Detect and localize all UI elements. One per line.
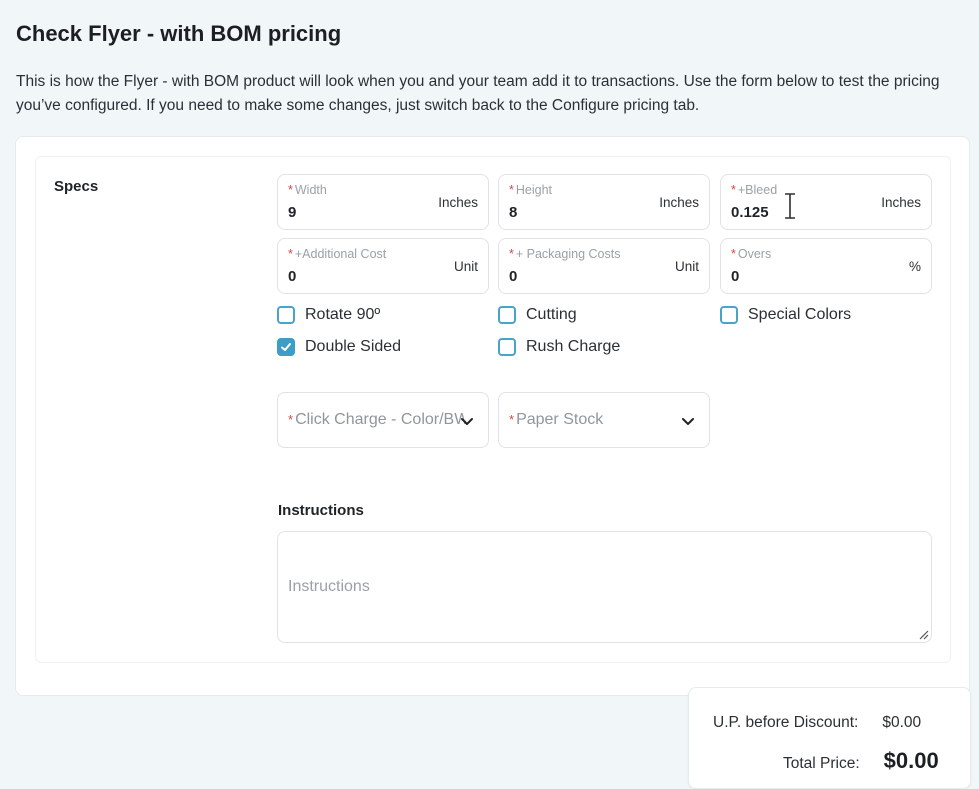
rotate-90-label: Rotate 90º bbox=[305, 306, 381, 323]
total-price-value: $0.00 bbox=[883, 748, 939, 773]
bleed-label: * +Bleed bbox=[731, 183, 778, 197]
rotate-90-checkbox[interactable]: Rotate 90º bbox=[277, 306, 380, 324]
packaging-costs-label: * + Packaging Costs bbox=[509, 247, 621, 261]
pricing-summary: U.P. before Discount: $0.00 Total Price:… bbox=[688, 687, 971, 789]
text-cursor-icon bbox=[785, 193, 795, 219]
total-price-row: Total Price: $0.00 bbox=[783, 748, 939, 774]
special-colors-label: Special Colors bbox=[748, 306, 852, 323]
paper-stock-placeholder: * Paper Stock bbox=[509, 411, 604, 428]
page-title: Check Flyer - with BOM pricing bbox=[16, 21, 342, 46]
double-sided-label: Double Sided bbox=[305, 338, 402, 355]
paper-stock-select[interactable]: * Paper Stock bbox=[498, 392, 710, 448]
overs-value: 0 bbox=[731, 268, 740, 285]
checkbox-unchecked-icon[interactable] bbox=[277, 306, 295, 324]
cutting-label: Cutting bbox=[526, 306, 577, 323]
click-charge-select[interactable]: * Click Charge - Color/BW bbox=[277, 392, 489, 448]
cutting-checkbox[interactable]: Cutting bbox=[498, 306, 577, 324]
overs-field[interactable]: * Overs 0 % bbox=[720, 238, 932, 294]
overs-label: * Overs bbox=[731, 247, 772, 261]
chevron-down-icon bbox=[461, 418, 473, 425]
total-price-label: Total Price: bbox=[783, 755, 860, 772]
check-product-page: Check Flyer - with BOM pricing This is h… bbox=[0, 0, 979, 789]
chevron-down-icon bbox=[682, 418, 694, 425]
rush-charge-label: Rush Charge bbox=[526, 338, 621, 355]
unit-price-row: U.P. before Discount: $0.00 bbox=[713, 714, 921, 732]
checkbox-unchecked-icon[interactable] bbox=[498, 306, 516, 324]
specs-section-label: Specs bbox=[54, 178, 99, 195]
height-unit: Inches bbox=[659, 195, 699, 210]
instructions-title: Instructions bbox=[278, 502, 364, 519]
height-label: * Height bbox=[509, 183, 553, 197]
width-field[interactable]: * Width 9 Inches bbox=[277, 174, 489, 230]
packaging-costs-unit: Unit bbox=[674, 259, 699, 274]
additional-cost-field[interactable]: * +Additional Cost 0 Unit bbox=[277, 238, 489, 294]
checkbox-checked-icon[interactable] bbox=[277, 338, 295, 356]
double-sided-checkbox[interactable]: Double Sided bbox=[277, 338, 401, 356]
rush-charge-checkbox[interactable]: Rush Charge bbox=[498, 338, 620, 356]
packaging-costs-value: 0 bbox=[509, 268, 518, 285]
checkbox-unchecked-icon[interactable] bbox=[498, 338, 516, 356]
width-unit: Inches bbox=[438, 195, 478, 210]
height-field[interactable]: * Height 8 Inches bbox=[498, 174, 710, 230]
additional-cost-value: 0 bbox=[288, 268, 297, 285]
additional-cost-unit: Unit bbox=[453, 259, 478, 274]
bleed-value: 0.125 bbox=[731, 204, 769, 221]
height-value: 8 bbox=[509, 204, 518, 221]
special-colors-checkbox[interactable]: Special Colors bbox=[720, 306, 851, 324]
overs-unit: % bbox=[908, 259, 921, 274]
instructions-textarea[interactable] bbox=[277, 531, 932, 643]
click-charge-placeholder: * Click Charge - Color/BW bbox=[288, 411, 466, 428]
checkmark-icon bbox=[281, 343, 291, 351]
additional-cost-label: * +Additional Cost bbox=[288, 247, 387, 261]
checkbox-unchecked-icon[interactable] bbox=[720, 306, 738, 324]
packaging-costs-field[interactable]: * + Packaging Costs 0 Unit bbox=[498, 238, 710, 294]
width-label: * Width bbox=[288, 183, 327, 197]
bleed-unit: Inches bbox=[881, 195, 921, 210]
page-description: This is how the Flyer - with BOM product… bbox=[16, 73, 940, 114]
resize-handle-icon[interactable] bbox=[917, 628, 929, 640]
unit-price-label: U.P. before Discount: bbox=[713, 714, 859, 731]
width-value: 9 bbox=[288, 204, 297, 221]
unit-price-value: $0.00 bbox=[882, 714, 922, 731]
bleed-field[interactable]: * +Bleed 0.125 Inches bbox=[720, 174, 932, 230]
